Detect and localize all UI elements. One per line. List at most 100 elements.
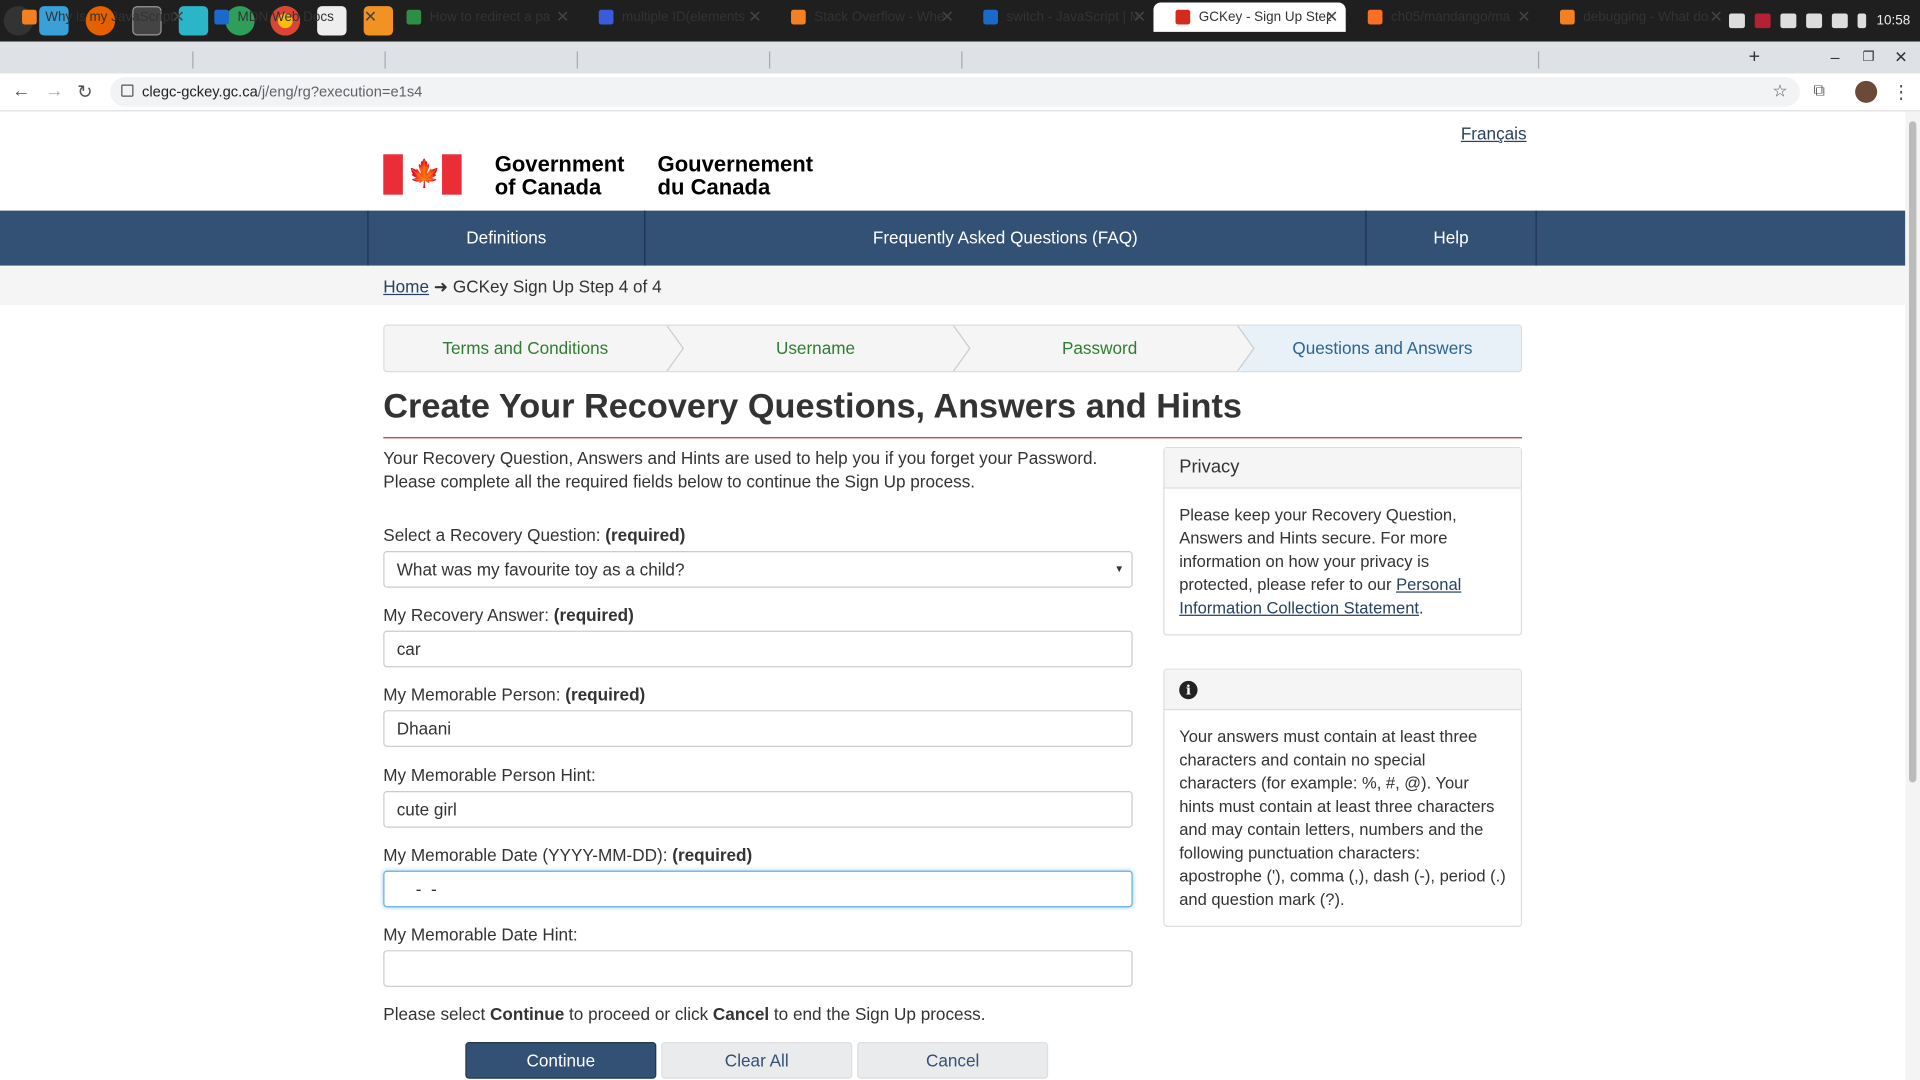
breadcrumb-home-link[interactable]: Home (383, 277, 429, 297)
browser-tab[interactable]: MDN Web Docs ✕ (192, 2, 384, 31)
profile-avatar[interactable] (1855, 80, 1878, 103)
tab-title: switch - JavaScript | M (1006, 9, 1139, 25)
tab-close-icon[interactable]: ✕ (1325, 7, 1338, 27)
browser-tab[interactable]: Why is my JavaScript ✕ (0, 2, 192, 31)
mdn-icon (983, 9, 998, 25)
browser-tab[interactable]: debugging - What do ✕ (1538, 2, 1730, 31)
browser-tab[interactable]: ch05/mandango/ma ✕ (1346, 2, 1538, 31)
recovery-question-select[interactable]: What was my favourite toy as a child? ▼ (383, 551, 1133, 588)
gov-en-line1: Government (494, 151, 625, 177)
mdn-icon (214, 9, 229, 25)
battery-icon[interactable] (1858, 13, 1867, 29)
page-scrollbar[interactable] (1905, 111, 1920, 1080)
tab-close-icon[interactable]: ✕ (172, 7, 185, 27)
info-panel-header: i (1164, 669, 1521, 711)
clear-all-button[interactable]: Clear All (661, 1042, 853, 1079)
person-hint-label: My Memorable Person Hint: (383, 765, 596, 785)
lock-icon[interactable] (121, 84, 134, 97)
scrollbar-thumb[interactable] (1908, 121, 1917, 783)
music-icon[interactable] (1832, 13, 1849, 29)
wifi-icon[interactable] (1806, 13, 1823, 29)
intro-text: Your Recovery Question, Answers and Hint… (383, 448, 1098, 492)
privacy-text-end: . (1419, 598, 1424, 618)
caret-down-icon: ▼ (1114, 563, 1125, 575)
gov-fr-line2: du Canada (657, 175, 771, 200)
privacy-panel: Privacy Please keep your Recovery Questi… (1163, 446, 1523, 636)
memorable-date-hint-input[interactable] (383, 950, 1133, 987)
breadcrumb: Home ➜ GCKey Sign Up Step 4 of 4 (383, 277, 661, 298)
memorable-person-hint-input[interactable] (383, 791, 1133, 828)
tab-separator (384, 51, 386, 69)
continue-button[interactable]: Continue (465, 1042, 657, 1079)
step-password: Password (1061, 337, 1138, 358)
person-label: My Memorable Person: (required) (383, 684, 645, 704)
memorable-date-input[interactable] (383, 870, 1133, 908)
tab-close-icon[interactable]: ✕ (556, 7, 569, 27)
privacy-panel-body: Please keep your Recovery Question, Answ… (1164, 489, 1520, 635)
reload-icon[interactable]: ↻ (77, 81, 92, 103)
step-divider-icon (666, 325, 685, 372)
step-username: Username (775, 337, 856, 358)
info-panel-text: Your answers must contain at least three… (1179, 727, 1506, 909)
bookmark-star-icon[interactable]: ☆ (1772, 81, 1787, 102)
instruction-part2: to proceed or click (564, 1004, 713, 1024)
maple-leaf-icon (1175, 9, 1191, 25)
government-of-canada-signature: Government of Canada (494, 151, 625, 200)
tab-close-icon[interactable]: ✕ (941, 7, 954, 27)
new-tab-icon[interactable]: + (1749, 42, 1760, 74)
restore-icon[interactable]: ❐ (1862, 42, 1874, 74)
breadcrumb-current: GCKey Sign Up Step 4 of 4 (452, 276, 662, 297)
nav-help[interactable]: Help (1365, 210, 1537, 266)
memorable-person-input[interactable] (383, 710, 1133, 747)
tab-title: MDN Web Docs (237, 9, 334, 25)
tab-close-icon[interactable]: ✕ (748, 7, 761, 27)
us-flag-icon[interactable] (1755, 13, 1772, 29)
window-close-icon[interactable]: ✕ (1894, 42, 1907, 74)
tab-title: Stack Overflow - Whe (814, 9, 945, 25)
main-navigation: Definitions Frequently Asked Questions (… (0, 210, 1906, 266)
menu-icon[interactable]: ⋮ (1892, 81, 1910, 103)
tab-close-icon[interactable]: ✕ (1133, 7, 1146, 27)
tab-close-icon[interactable]: ✕ (1517, 7, 1530, 27)
date-hint-label: My Memorable Date Hint: (383, 924, 578, 945)
instruction-continue: Continue (490, 1004, 565, 1024)
progress-steps: Terms and Conditions Username Password Q… (383, 324, 1523, 373)
gfg-icon (406, 9, 422, 25)
cancel-button[interactable]: Cancel (857, 1042, 1049, 1079)
browser-tab[interactable]: switch - JavaScript | M ✕ (961, 2, 1153, 31)
forward-icon[interactable]: → (45, 81, 63, 102)
step-questions-answers: Questions and Answers (1241, 325, 1521, 372)
browser-toolbar: ← → ↻ clegc-gckey.gc.ca/j/eng/rg?executi… (0, 73, 1920, 112)
person-label-text: My Memorable Person: (383, 684, 561, 705)
required-tag: (required) (553, 604, 634, 625)
info-panel: i Your answers must contain at least thr… (1163, 668, 1523, 927)
recovery-answer-input[interactable] (383, 630, 1133, 668)
date-label-text: My Memorable Date (YYYY-MM-DD): (383, 844, 668, 865)
step-divider-icon (952, 325, 971, 372)
screen-icon[interactable] (1780, 13, 1797, 29)
browser-tab[interactable]: How to redirect a pa ✕ (384, 2, 576, 31)
question-label-text: Select a Recovery Question: (383, 525, 601, 545)
tab-title: Why is my JavaScript (45, 9, 175, 25)
tab-title: ch05/mandango/ma (1391, 9, 1511, 25)
calendar-icon[interactable] (1729, 13, 1746, 29)
breadcrumb-arrow-icon: ➜ (433, 276, 449, 297)
tab-title: GCKey - Sign Up Step (1198, 9, 1332, 25)
minimize-icon[interactable]: – (1831, 42, 1840, 74)
language-toggle-link[interactable]: Français (1461, 124, 1527, 144)
browser-tab[interactable]: multiple ID(elements ✕ (577, 2, 769, 31)
back-icon[interactable]: ← (12, 81, 30, 102)
stackoverflow-icon (1560, 9, 1575, 25)
browser-tab[interactable]: GCKey - Sign Up Step ✕ (1153, 2, 1346, 32)
tab-separator (576, 51, 578, 69)
stackoverflow-icon (22, 9, 37, 25)
extension-icon[interactable]: ⧉ (1813, 81, 1824, 101)
browser-tab[interactable]: Stack Overflow - Whe ✕ (769, 2, 961, 31)
tab-title: debugging - What do (1583, 9, 1709, 25)
nav-definitions[interactable]: Definitions (367, 210, 646, 266)
tab-close-icon[interactable]: ✕ (1710, 7, 1723, 27)
address-bar[interactable]: clegc-gckey.gc.ca/j/eng/rg?execution=e1s… (110, 77, 1801, 107)
tab-close-icon[interactable]: ✕ (364, 7, 377, 27)
nav-faq[interactable]: Frequently Asked Questions (FAQ) (644, 210, 1367, 266)
gov-fr-line1: Gouvernement (657, 151, 814, 177)
